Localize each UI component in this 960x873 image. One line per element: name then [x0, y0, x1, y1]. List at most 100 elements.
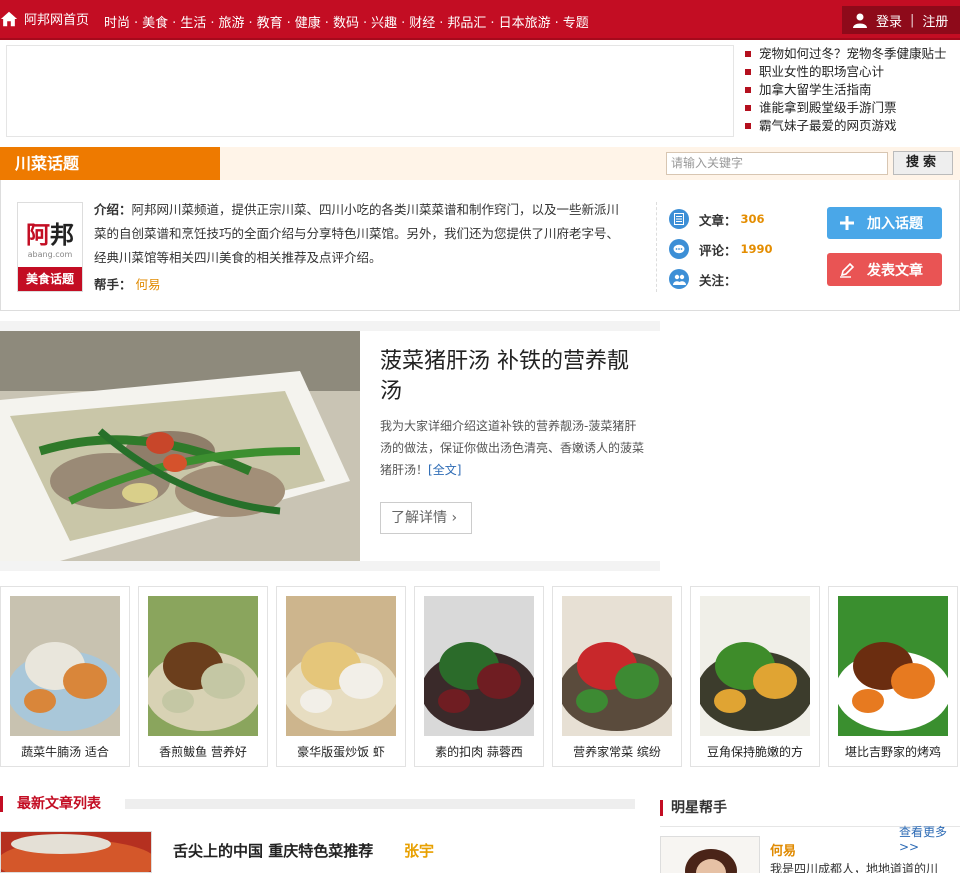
channel-nav: 时尚 · 美食 · 生活 · 旅游 · 教育 · 健康 · 数码 · 兴趣 · 财经 · 邦品汇 · 日本旅游 · 专题 [104, 12, 589, 31]
intro-label: 介绍： [94, 202, 132, 217]
topic-stats: 文章： 306 评论： 1990 关注： [669, 204, 773, 294]
nav-separator: · [401, 16, 406, 31]
thumbnail-image[interactable] [286, 596, 396, 736]
chevron-right-icon: › [451, 510, 458, 526]
search-button[interactable]: 搜索 [893, 151, 953, 175]
intro-text: 阿邦网川菜频道，提供正宗川菜、四川小吃的各类川菜菜谱和制作窍门，以及一些新派川菜… [94, 202, 620, 265]
search-input[interactable]: 请输入关键字 [666, 152, 888, 175]
feature-image[interactable] [0, 331, 360, 561]
stat-comments: 评论： 1990 [669, 234, 773, 264]
thumbnail-image[interactable] [424, 596, 534, 736]
nav-link[interactable]: 美食 [142, 12, 168, 31]
nav-separator: · [324, 16, 329, 31]
nav-link[interactable]: 健康 [295, 12, 321, 31]
nav-link[interactable]: 时尚 [104, 12, 130, 31]
logo-url: abang.com [27, 250, 73, 259]
feature-text: 菠菜猪肝汤 补铁的营养靓汤 我为大家详细介绍这道补铁的营养靓汤-菠菜猪肝汤的做法… [360, 331, 660, 561]
thumbnail-card[interactable]: 蔬菜牛腩汤 适合 [0, 586, 130, 767]
thumbnail-card[interactable]: 营养家常菜 缤纷 [552, 586, 682, 767]
nav-separator: · [554, 16, 559, 31]
user-panel: 登录 | 注册 [842, 6, 960, 34]
article-thumbnail[interactable] [0, 831, 152, 873]
nav-link[interactable]: 日本旅游 [499, 12, 551, 31]
topic-info-panel: 阿邦 abang.com 美食话题 介绍：阿邦网川菜频道，提供正宗川菜、四川小吃… [0, 180, 960, 311]
headline-item[interactable]: 霸气妹子最爱的网页游戏 [745, 117, 960, 135]
thumbnail-image[interactable] [838, 596, 948, 736]
topic-helper: 帮手： 何易 [94, 274, 161, 293]
headline-item[interactable]: 职业女性的职场宫心计 [745, 63, 960, 81]
post-article-button[interactable]: 发表文章 [827, 253, 942, 286]
nav-link[interactable]: 专题 [563, 12, 589, 31]
nav-separator: · [490, 16, 495, 31]
nav-link[interactable]: 教育 [257, 12, 283, 31]
nav-link[interactable]: 数码 [333, 12, 359, 31]
thumbnail-card[interactable]: 豪华版蛋炒饭 虾 [276, 586, 406, 767]
article-title[interactable]: 舌尖上的中国 重庆特色菜推荐 [173, 840, 373, 861]
logo-char-2: 邦 [50, 223, 74, 249]
more-details-label: 了解详情 [391, 510, 447, 526]
document-icon [669, 209, 689, 229]
thumbnail-card[interactable]: 香煎鲅鱼 营养好 [138, 586, 268, 767]
join-topic-button[interactable]: 加入话题 [827, 207, 942, 239]
stat-value: 306 [740, 212, 765, 226]
users-icon [669, 269, 689, 289]
thumbnail-image[interactable] [562, 596, 672, 736]
nav-link[interactable]: 生活 [180, 12, 206, 31]
helper-name[interactable]: 何易 [136, 277, 161, 292]
more-details-button[interactable]: 了解详情 › [380, 502, 472, 534]
nav-link[interactable]: 财经 [409, 12, 435, 31]
thumbnail-card[interactable]: 堪比吉野家的烤鸡 [828, 586, 958, 767]
thumbnail-caption[interactable]: 香煎鲅鱼 营养好 [139, 743, 267, 760]
star-helpers-title: 明星帮手 [660, 800, 727, 816]
thumbnail-card[interactable]: 素的扣肉 蒜蓉西 [414, 586, 544, 767]
section-divider [125, 799, 635, 809]
thumbnail-caption[interactable]: 豆角保持脆嫩的方 [691, 743, 819, 760]
home-icon [0, 11, 18, 26]
avatar[interactable] [660, 836, 760, 873]
nav-link[interactable]: 旅游 [218, 12, 244, 31]
thumbnail-caption[interactable]: 营养家常菜 缤纷 [553, 743, 681, 760]
feature-desc-text: 我为大家详细介绍这道补铁的营养靓汤-菠菜猪肝汤的做法，保证你做出汤色清亮、香嫩诱… [380, 419, 645, 477]
view-more-link[interactable]: 查看更多>> [899, 823, 960, 854]
thumbnail-card[interactable]: 豆角保持脆嫩的方 [690, 586, 820, 767]
nav-separator: · [439, 16, 444, 31]
nav-link[interactable]: 兴趣 [371, 12, 397, 31]
headline-list: 宠物如何过冬？宠物冬季健康贴士 职业女性的职场宫心计 加拿大留学生活指南 谁能拿到殿堂… [745, 45, 960, 135]
divider [656, 202, 657, 292]
pencil-icon [837, 260, 857, 280]
plus-icon [837, 213, 857, 233]
thumbnail-caption[interactable]: 堪比吉野家的烤鸡 [829, 743, 957, 760]
stat-label: 文章： [699, 212, 737, 228]
star-desc: 我是四川成都人，地地道道的川 [770, 862, 939, 873]
thumbnail-caption[interactable]: 豪华版蛋炒饭 虾 [277, 743, 405, 760]
topic-title: 川菜话题 [0, 147, 220, 180]
ad-banner [6, 45, 734, 137]
nav-separator: · [286, 16, 291, 31]
nav-link[interactable]: 邦品汇 [447, 12, 486, 31]
logo-tag: 美食话题 [18, 267, 82, 291]
thumbnail-image[interactable] [10, 596, 120, 736]
user-icon [853, 13, 867, 28]
home-link[interactable]: 阿邦网首页 [0, 9, 89, 28]
thumbnail-caption[interactable]: 蔬菜牛腩汤 适合 [1, 743, 129, 760]
thumbnail-image[interactable] [148, 596, 258, 736]
thumbnail-image[interactable] [700, 596, 810, 736]
headline-item[interactable]: 宠物如何过冬？宠物冬季健康贴士 [745, 45, 960, 63]
article-author[interactable]: 张宇 [404, 840, 434, 861]
full-text-link[interactable]: [全文] [428, 463, 461, 477]
user-separator: | [910, 12, 915, 28]
register-link[interactable]: 注册 [922, 11, 948, 30]
login-link[interactable]: 登录 [876, 11, 902, 30]
stat-label: 关注： [699, 272, 737, 288]
headline-item[interactable]: 加拿大留学生活指南 [745, 81, 960, 99]
comment-icon [669, 239, 689, 259]
feature-title[interactable]: 菠菜猪肝汤 补铁的营养靓汤 [380, 347, 650, 407]
thumbnail-caption[interactable]: 素的扣肉 蒜蓉西 [415, 743, 543, 760]
nav-separator: · [362, 16, 368, 31]
home-label: 阿邦网首页 [24, 13, 90, 28]
nav-separator: · [248, 16, 253, 31]
headline-item[interactable]: 谁能拿到殿堂级手游门票 [745, 99, 960, 117]
star-name[interactable]: 何易 [770, 840, 796, 859]
stat-value: 1990 [740, 242, 773, 256]
helper-label: 帮手： [94, 277, 132, 292]
